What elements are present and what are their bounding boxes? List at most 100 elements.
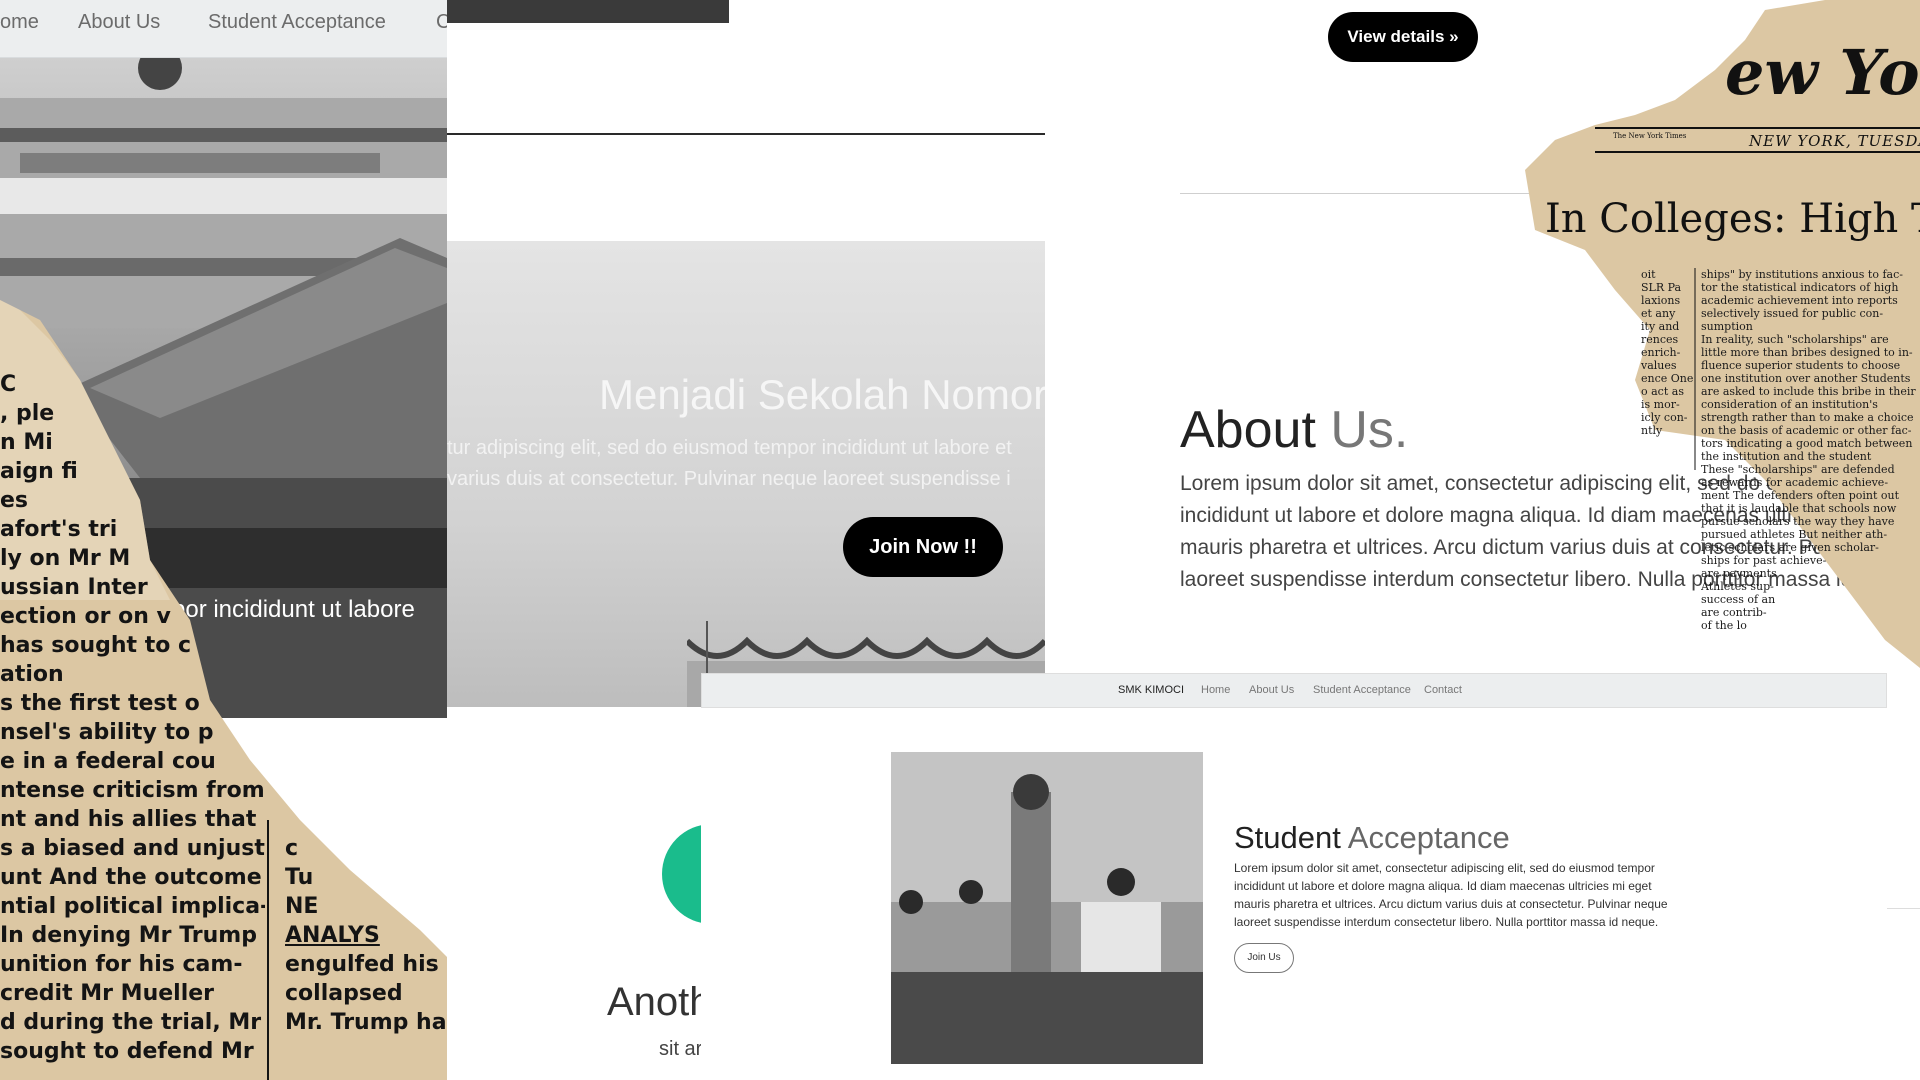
news-line: et any	[1641, 307, 1676, 320]
mini-navbar: SMK KIMOCI Home About Us Student Accepta…	[701, 673, 1887, 708]
nav-student-acceptance-link[interactable]: Student Acceptance	[208, 11, 386, 34]
news-line: are contrib-	[1701, 606, 1767, 619]
news-line: strength rather than to make a choice	[1701, 411, 1914, 424]
newspaper-main-column: ships" by institutions anxious to fac- t…	[1701, 268, 1916, 648]
feature-text: sit ar	[659, 1038, 701, 1060]
about-heading: About Us.	[1180, 400, 1408, 460]
news-line: one institution over another Students	[1701, 372, 1911, 385]
news-line: ment The defenders often point out	[1701, 489, 1900, 502]
news-line: unt And the outcome	[0, 865, 262, 890]
news-line: fluence superior students to choose	[1701, 359, 1901, 372]
news-line: credit Mr Mueller	[0, 981, 215, 1006]
news-line: success of an	[1701, 593, 1776, 606]
news-line: ly on Mr M	[0, 546, 131, 571]
newspaper-scrap-right: ew Yo The New York Times NEW YORK, TUESD…	[1525, 0, 1920, 668]
nav-home-link[interactable]: ome	[0, 11, 39, 34]
news-line: little more than bribes designed to in-	[1701, 346, 1913, 359]
newspaper-side-column: oit SLR Pa laxions et any ity and rences…	[1641, 268, 1693, 468]
news-line: e in a federal cou	[0, 749, 216, 774]
news-line: letic scholars are given scholar-	[1701, 541, 1879, 554]
nav-contact-link[interactable]: Contact	[1424, 684, 1462, 696]
news-line: pursued athletes But neither ath-	[1701, 528, 1888, 541]
feature-title: Anoth	[607, 980, 701, 1024]
news-line: C	[0, 372, 17, 397]
news-line: laxions	[1641, 294, 1681, 307]
acceptance-line: laoreet suspendisse interdum consectetur…	[1234, 915, 1659, 929]
news-line: enrich-	[1641, 346, 1681, 359]
news-line: In denying Mr Trump	[0, 923, 257, 948]
news-line: n Mi	[0, 430, 53, 455]
news-line: that it is laudable that schools now	[1701, 502, 1897, 515]
news-line: sought to defend Mr	[0, 1039, 254, 1064]
nav-about-link[interactable]: About Us	[1249, 684, 1294, 696]
news-line: afort's tri	[0, 517, 118, 542]
acceptance-heading: Student Acceptance	[1234, 820, 1510, 856]
hero-subtitle-line-2: varius duis at consectetur. Pulvinar neq…	[447, 468, 1011, 490]
cropped-photo-strip	[447, 0, 729, 23]
about-heading-dark: About	[1180, 401, 1316, 459]
about-heading-light: Us.	[1330, 401, 1409, 459]
student-acceptance-panel: SMK KIMOCI Home About Us Student Accepta…	[701, 673, 1920, 1080]
news-line: s the first test o	[0, 691, 200, 716]
news-line: has sought to c	[0, 633, 192, 658]
news-line: pursue scholars the way they have	[1701, 515, 1895, 528]
view-details-button[interactable]: View details »	[1328, 12, 1478, 62]
join-now-button[interactable]: Join Now !!	[843, 517, 1003, 577]
nav-home-link[interactable]: Home	[1201, 684, 1230, 696]
news-line: consideration of an institution's	[1701, 398, 1878, 411]
acceptance-heading-light: Acceptance	[1347, 820, 1510, 855]
news-line: nt and his allies that	[0, 807, 257, 832]
newspaper-masthead: ew Yo	[1725, 36, 1920, 109]
newspaper-left-column: C , ple n Mi aign fi es afort's tri ly o…	[0, 370, 265, 1066]
news-line: of the lo	[1701, 619, 1747, 632]
news-line: is mor-	[1641, 398, 1680, 411]
news-line: es	[0, 488, 29, 513]
news-line: oit	[1641, 268, 1656, 281]
news-line: on the basis of academic or other fac-	[1701, 424, 1912, 437]
acceptance-line: Lorem ipsum dolor sit amet, consectetur …	[1234, 861, 1655, 875]
news-line: o act as	[1641, 385, 1684, 398]
features-panel: Anoth sit ar	[447, 718, 701, 1080]
news-line: nsel's ability to p	[0, 720, 214, 745]
hero-banner: Menjadi Sekolah Nomor tur adipiscing eli…	[447, 241, 1045, 707]
classroom-photo	[891, 752, 1203, 1064]
news-line: ence One	[1641, 372, 1693, 385]
news-line: ntense criticism from	[0, 778, 265, 803]
newspaper-headline: In Colleges: High T	[1545, 196, 1920, 242]
news-line: academic achievement into reports	[1701, 294, 1898, 307]
news-line: aign fi	[0, 459, 78, 484]
acceptance-paragraph: Lorem ipsum dolor sit amet, consectetur …	[1234, 859, 1668, 931]
newspaper-dateline: NEW YORK, TUESDAY,	[1749, 132, 1920, 150]
nav-student-acceptance-link[interactable]: Student Acceptance	[1313, 684, 1411, 696]
acceptance-line: incididunt ut labore et dolore magna ali…	[1234, 879, 1652, 893]
nav-about-link[interactable]: About Us	[78, 11, 160, 34]
acceptance-line: mauris pharetra et ultrices. Arcu dictum…	[1234, 897, 1668, 911]
news-line: Athletes sup-	[1701, 580, 1774, 593]
feature-circle-icon	[662, 824, 701, 924]
news-line: rences	[1641, 333, 1679, 346]
news-line: ntial political implica-	[0, 894, 265, 919]
news-line: In reality, such "scholarships" are	[1701, 333, 1889, 346]
news-line: are asked to include this bribe in their	[1701, 385, 1916, 398]
collage-canvas: ome About Us Student Acceptance C mpor i…	[0, 0, 1920, 1080]
news-line: ussian Inter	[0, 575, 148, 600]
top-navbar: ome About Us Student Acceptance C	[0, 0, 447, 58]
news-line: tors indicating a good match between	[1701, 437, 1913, 450]
news-line: sumption	[1701, 320, 1753, 333]
newspaper-small-title: The New York Times	[1613, 132, 1687, 140]
news-line: icly con-	[1641, 411, 1688, 424]
news-line: values	[1641, 359, 1677, 372]
news-line: the institution and the student	[1701, 450, 1872, 463]
news-line: ships for past achieve-	[1701, 554, 1827, 567]
join-us-button[interactable]: Join Us	[1234, 943, 1294, 973]
news-line: ships" by institutions anxious to fac-	[1701, 268, 1903, 281]
brand-logo[interactable]: SMK KIMOCI	[1118, 684, 1184, 696]
news-line: d during the trial, Mr	[0, 1010, 262, 1035]
section-divider	[447, 133, 1045, 135]
news-line: ection or on v	[0, 604, 171, 629]
edge-divider	[1887, 908, 1920, 909]
news-line: s a biased and unjustu-	[0, 836, 265, 861]
nav-contact-link[interactable]: C	[436, 11, 447, 34]
news-line: These "scholarships" are defended	[1701, 463, 1895, 476]
news-line: unition for his cam-	[0, 952, 243, 977]
